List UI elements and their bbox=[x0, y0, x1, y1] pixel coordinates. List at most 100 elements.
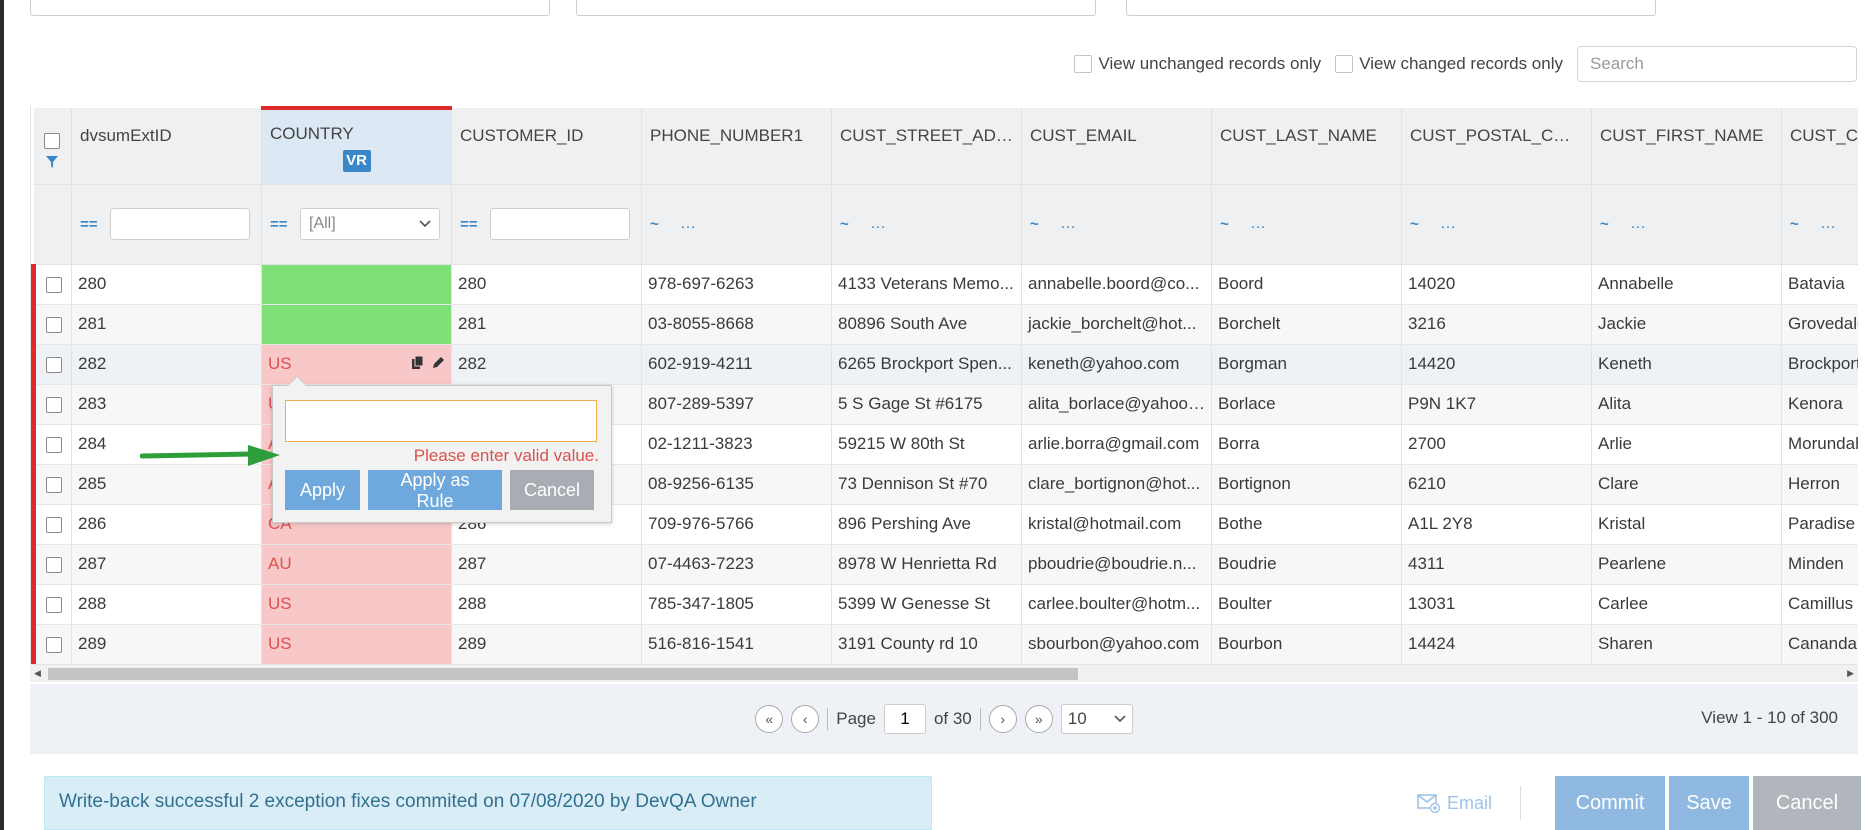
cell-last-name: Borchelt bbox=[1211, 304, 1402, 345]
top-field-3[interactable] bbox=[1126, 0, 1656, 16]
pencil-icon[interactable] bbox=[431, 356, 445, 370]
row-checkbox[interactable] bbox=[45, 396, 62, 413]
cell-country[interactable]: AU bbox=[261, 544, 452, 585]
filter-operator[interactable]: == bbox=[270, 216, 300, 233]
row-checkbox[interactable] bbox=[45, 476, 62, 493]
cell-postal: 14020 bbox=[1401, 264, 1592, 305]
column-label: CUST_LAST_NAME bbox=[1220, 126, 1377, 145]
changed-checkbox[interactable] bbox=[1335, 55, 1354, 73]
column-header-customer-id[interactable]: CUSTOMER_ID bbox=[451, 108, 642, 185]
row-checkbox[interactable] bbox=[45, 316, 62, 333]
row-checkbox[interactable] bbox=[45, 516, 62, 533]
column-header-first-name[interactable]: CUST_FIRST_NAME bbox=[1591, 108, 1782, 185]
filter-input-email[interactable] bbox=[1060, 208, 1205, 240]
column-label: COUNTRY bbox=[270, 124, 354, 143]
popup-cancel-button[interactable]: Cancel bbox=[510, 470, 594, 510]
row-checkbox[interactable] bbox=[45, 436, 62, 453]
table-row[interactable]: 289 US 289 516-816-1541 3191 County rd 1… bbox=[31, 624, 1858, 664]
column-header-city[interactable]: CUST_CITY bbox=[1781, 108, 1858, 185]
table-row[interactable]: 287 AU 287 07-4463-7223 8978 W Henrietta… bbox=[31, 544, 1858, 585]
row-checkbox[interactable] bbox=[45, 276, 62, 293]
country-filter-select[interactable]: [All] bbox=[300, 208, 440, 240]
filter-input-phone[interactable] bbox=[680, 208, 825, 240]
select-all-checkbox[interactable] bbox=[44, 132, 61, 149]
column-label: CUST_STREET_ADDRESS bbox=[840, 126, 1021, 145]
cell-first-name: Kristal bbox=[1591, 504, 1782, 545]
cell-country[interactable]: US bbox=[261, 624, 452, 664]
filter-operator[interactable]: ~ bbox=[1790, 216, 1820, 233]
email-link[interactable]: Email bbox=[1417, 786, 1521, 820]
filter-input-dvsumextid[interactable] bbox=[110, 208, 250, 240]
filter-operator[interactable]: ~ bbox=[1030, 216, 1060, 233]
scroll-right-icon[interactable]: ▶ bbox=[1847, 668, 1854, 679]
cell-dvsumextid: 287 bbox=[71, 544, 262, 585]
cancel-button[interactable]: Cancel bbox=[1753, 776, 1861, 830]
column-header-street[interactable]: CUST_STREET_ADDRESS bbox=[831, 108, 1022, 185]
cell-email: keneth@yahoo.com bbox=[1021, 344, 1212, 385]
top-field-1[interactable] bbox=[30, 0, 550, 16]
row-checkbox[interactable] bbox=[45, 556, 62, 573]
table-row[interactable]: 280 280 978-697-6263 4133 Veterans Memo.… bbox=[31, 264, 1858, 305]
column-header-last-name[interactable]: CUST_LAST_NAME bbox=[1211, 108, 1402, 185]
prev-page-icon[interactable]: ‹ bbox=[791, 705, 820, 733]
row-checkbox[interactable] bbox=[45, 356, 62, 373]
cell-country[interactable] bbox=[261, 264, 452, 305]
unchanged-filter[interactable]: View unchanged records only bbox=[1074, 54, 1321, 74]
filter-input-first-name[interactable] bbox=[1630, 208, 1775, 240]
new-value-input[interactable] bbox=[285, 400, 597, 442]
chevron-down-icon bbox=[1114, 715, 1126, 723]
column-header-country[interactable]: COUNTRY VR bbox=[261, 106, 452, 185]
vr-badge[interactable]: VR bbox=[342, 150, 371, 172]
changed-filter[interactable]: View changed records only bbox=[1335, 54, 1563, 74]
filter-operator[interactable]: ~ bbox=[1600, 216, 1630, 233]
filter-input-last-name[interactable] bbox=[1250, 208, 1395, 240]
next-page-icon[interactable]: › bbox=[988, 705, 1017, 733]
commit-button[interactable]: Commit bbox=[1555, 776, 1665, 830]
page-number-input[interactable] bbox=[883, 704, 926, 734]
column-header-phone[interactable]: PHONE_NUMBER1 bbox=[641, 108, 832, 185]
horizontal-scrollbar[interactable]: ◀ ▶ bbox=[30, 664, 1858, 682]
table-row[interactable]: 282 US 282 602-919-4211 6265 Brockport S… bbox=[31, 344, 1858, 385]
filter-operator[interactable]: ~ bbox=[840, 216, 870, 233]
row-select bbox=[31, 424, 72, 465]
row-checkbox[interactable] bbox=[45, 596, 62, 613]
filter-operator[interactable]: ~ bbox=[650, 216, 680, 233]
last-page-icon[interactable]: » bbox=[1024, 705, 1053, 733]
filter-input-customer-id[interactable] bbox=[490, 208, 630, 240]
filter-operator[interactable]: ~ bbox=[1220, 216, 1250, 233]
column-header-email[interactable]: CUST_EMAIL bbox=[1021, 108, 1212, 185]
filter-operator[interactable]: == bbox=[460, 216, 490, 233]
column-header-dvsumextid[interactable]: dvsumExtID bbox=[71, 108, 262, 185]
column-header-postal[interactable]: CUST_POSTAL_CODE bbox=[1401, 108, 1592, 185]
search-input[interactable] bbox=[1577, 46, 1857, 82]
page-label: Page bbox=[836, 709, 876, 728]
copy-icon[interactable] bbox=[411, 355, 425, 371]
cell-city: Batavia bbox=[1781, 264, 1858, 305]
popup-buttons: Apply Apply as Rule Cancel bbox=[285, 470, 599, 511]
top-field-2[interactable] bbox=[576, 0, 1096, 16]
cell-street: 6265 Brockport Spen... bbox=[831, 344, 1022, 385]
apply-button[interactable]: Apply bbox=[285, 470, 360, 510]
page-size-value: 10 bbox=[1067, 709, 1087, 728]
cell-street: 896 Pershing Ave bbox=[831, 504, 1022, 545]
scroll-left-icon[interactable]: ◀ bbox=[34, 668, 41, 679]
filter-operator[interactable]: ~ bbox=[1410, 216, 1440, 233]
page-count: of 30 bbox=[933, 709, 972, 728]
unchanged-checkbox[interactable] bbox=[1074, 55, 1093, 73]
filter-input-postal[interactable] bbox=[1440, 208, 1585, 240]
first-page-icon[interactable]: « bbox=[755, 705, 784, 733]
cell-email: arlie.borra@gmail.com bbox=[1021, 424, 1212, 465]
cell-country[interactable] bbox=[261, 304, 452, 345]
cell-street: 3191 County rd 10 bbox=[831, 624, 1022, 664]
row-checkbox[interactable] bbox=[45, 636, 62, 653]
apply-as-rule-button[interactable]: Apply as Rule bbox=[368, 470, 502, 511]
scrollbar-thumb[interactable] bbox=[48, 668, 1078, 680]
filter-input-street[interactable] bbox=[870, 208, 1015, 240]
save-button[interactable]: Save bbox=[1669, 776, 1749, 830]
table-row[interactable]: 281 281 03-8055-8668 80896 South Ave jac… bbox=[31, 304, 1858, 345]
page-size-select[interactable]: 10 bbox=[1060, 704, 1133, 734]
cell-country[interactable]: US bbox=[261, 584, 452, 625]
table-row[interactable]: 288 US 288 785-347-1805 5399 W Genesse S… bbox=[31, 584, 1858, 625]
filter-operator[interactable]: == bbox=[80, 216, 110, 233]
filter-icon[interactable] bbox=[46, 156, 59, 168]
